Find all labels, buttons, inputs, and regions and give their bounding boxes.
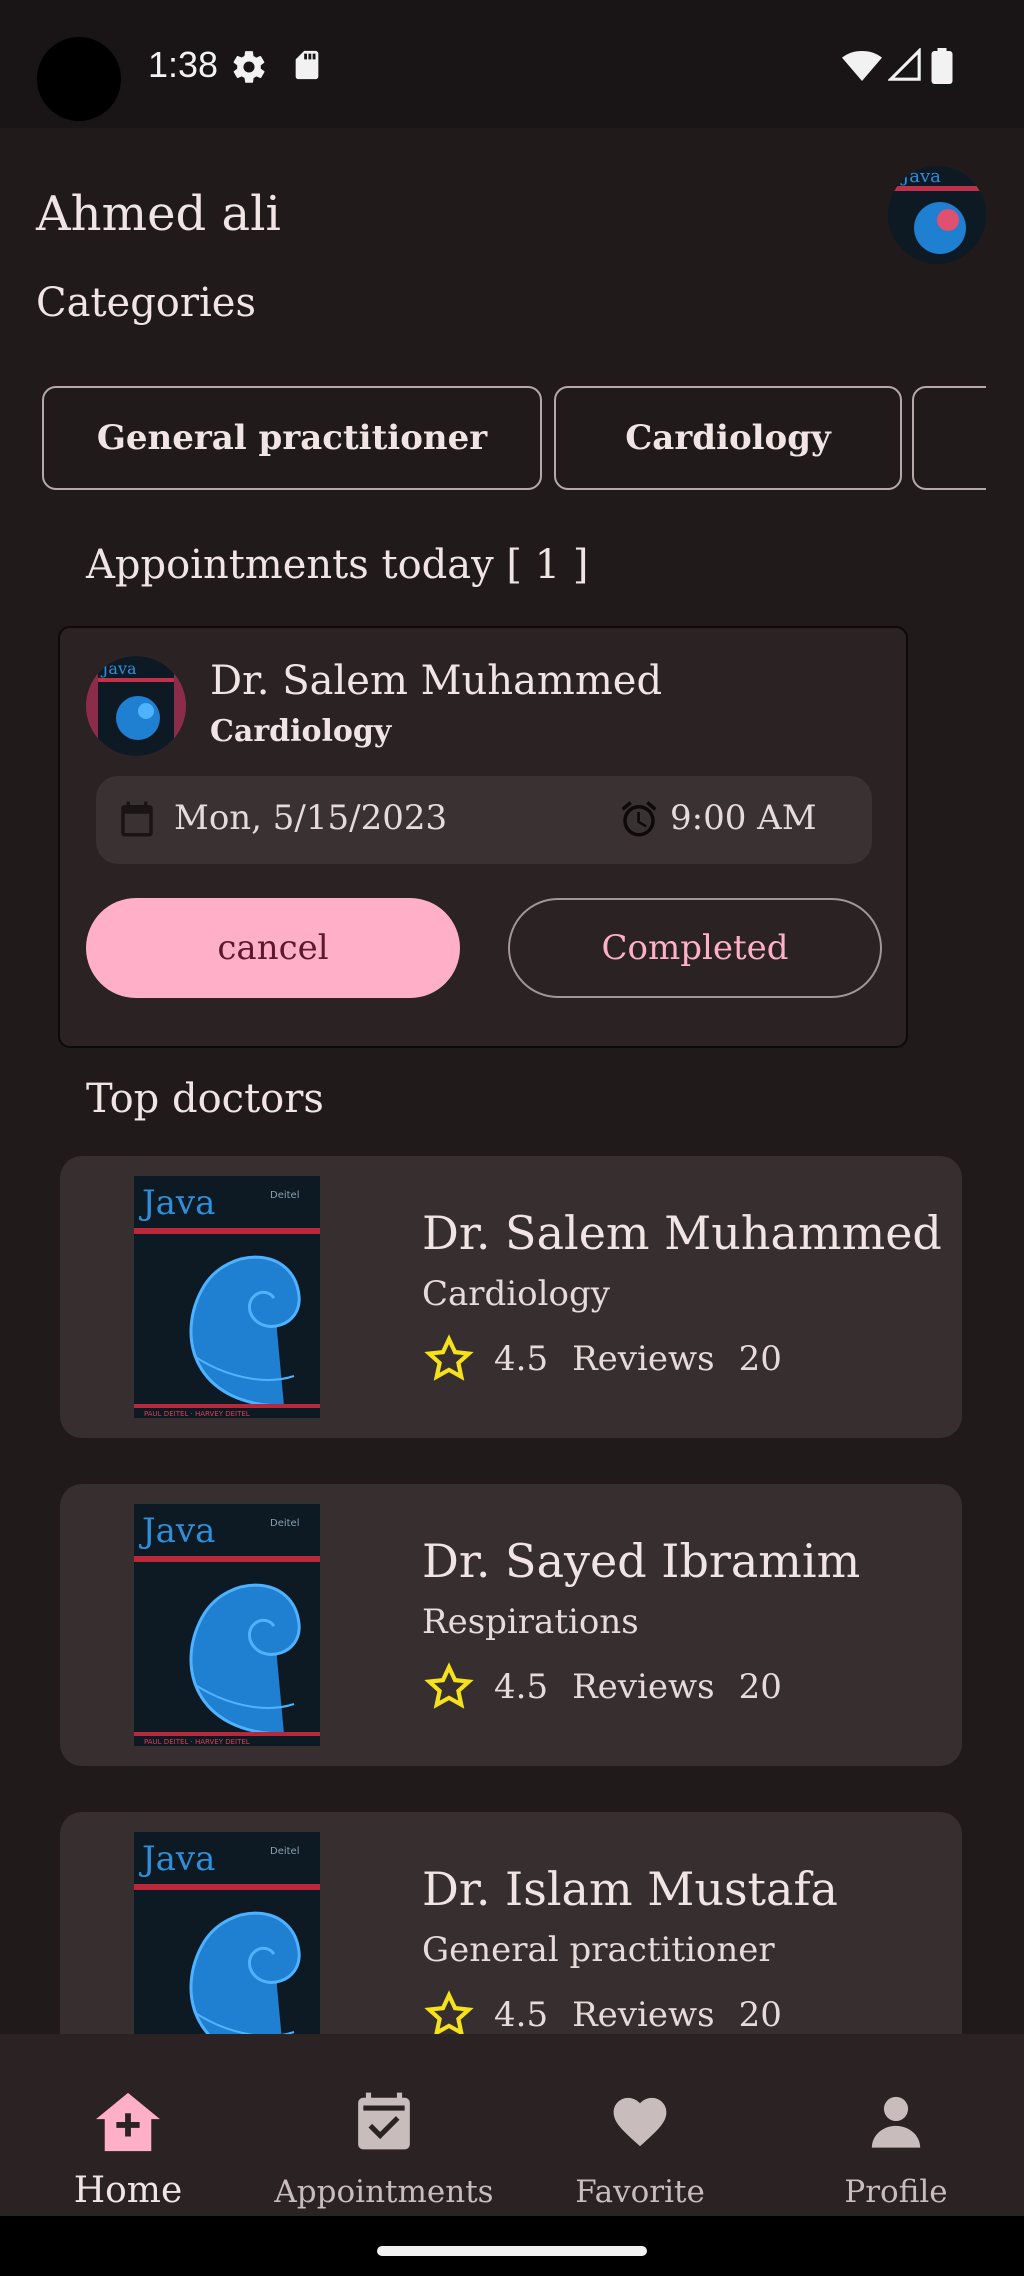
nav-profile-label: Profile <box>844 2174 948 2210</box>
doctor-photo <box>134 1504 320 1746</box>
top-doctors-title: Top doctors <box>86 1076 324 1122</box>
nav-home[interactable]: Home <box>0 2034 256 2216</box>
completed-button[interactable]: Completed <box>508 898 882 998</box>
category-chip-partial[interactable] <box>912 386 986 490</box>
rating-value: 4.5 <box>494 1667 549 1707</box>
appointment-doctor-name: Dr. Salem Muhammed <box>210 658 663 704</box>
category-chip-general-practitioner[interactable]: General practitioner <box>42 386 542 490</box>
wifi-icon <box>842 51 882 81</box>
appointment-card[interactable]: Java Dr. Salem Muhammed Cardiology Mon, … <box>58 626 908 1048</box>
top-doctors-list[interactable]: Dr. Salem Muhammed Cardiology 4.5 Review… <box>0 1150 1024 2034</box>
home-medical-icon <box>96 2092 160 2152</box>
categories-row[interactable]: General practitioner Cardiology <box>42 386 986 490</box>
doctor-rating: 4.5 Reviews 20 <box>424 1662 782 1712</box>
settings-icon <box>233 51 265 83</box>
doctor-photo <box>134 1832 320 2034</box>
doctor-photo <box>134 1176 320 1418</box>
user-name: Ahmed ali <box>36 186 281 242</box>
reviews-label: Reviews <box>572 1995 715 2034</box>
nav-favorite-label: Favorite <box>575 2174 705 2210</box>
doctor-card[interactable]: Dr. Islam Mustafa General practitioner 4… <box>60 1812 962 2034</box>
doctor-card[interactable]: Dr. Salem Muhammed Cardiology 4.5 Review… <box>60 1156 962 1438</box>
reviews-count: 20 <box>738 1339 782 1379</box>
status-time: 1:38 <box>148 44 219 85</box>
reviews-label: Reviews <box>572 1339 715 1379</box>
appointment-time: 9:00 AM <box>670 798 817 838</box>
home-gesture-handle[interactable] <box>377 2246 647 2256</box>
star-icon <box>424 1334 474 1381</box>
svg-text:Java: Java <box>100 659 137 678</box>
star-icon <box>424 1662 474 1709</box>
person-icon <box>871 2096 921 2148</box>
doctor-rating: 4.5 Reviews 20 <box>424 1990 782 2034</box>
cancel-button[interactable]: cancel <box>86 898 460 998</box>
doctor-specialty: Respirations <box>422 1602 639 1642</box>
appointment-datetime: Mon, 5/15/2023 9:00 AM <box>96 776 872 864</box>
signal-icon <box>888 48 921 81</box>
doctor-card[interactable]: Dr. Sayed Ibramim Respirations 4.5 Revie… <box>60 1484 962 1766</box>
appointment-date: Mon, 5/15/2023 <box>174 798 448 838</box>
reviews-count: 20 <box>738 1995 782 2034</box>
reviews-label: Reviews <box>572 1667 715 1707</box>
appointment-doctor-avatar: Java <box>86 656 186 756</box>
category-chip-cardiology[interactable]: Cardiology <box>554 386 902 490</box>
doctor-name: Dr. Salem Muhammed <box>422 1206 942 1260</box>
categories-title: Categories <box>36 280 256 326</box>
calendar-check-icon <box>358 2092 410 2150</box>
doctor-name: Dr. Sayed Ibramim <box>422 1534 861 1588</box>
nav-appointments[interactable]: Appointments <box>256 2034 512 2216</box>
bottom-navigation: Home Appointments Favorite Profile <box>0 2034 1024 2216</box>
gesture-bar <box>0 2216 1024 2276</box>
doctor-specialty: Cardiology <box>422 1274 610 1314</box>
nav-profile[interactable]: Profile <box>768 2034 1024 2216</box>
status-bar: 1:38 <box>0 0 1024 128</box>
profile-avatar[interactable]: Java <box>888 166 986 264</box>
camera-cutout <box>37 37 121 121</box>
doctor-specialty: General practitioner <box>422 1930 775 1970</box>
appointments-title: Appointments today [ 1 ] <box>86 542 589 588</box>
alarm-icon <box>621 801 657 837</box>
nav-appointments-label: Appointments <box>274 2174 494 2210</box>
nav-home-label: Home <box>73 2170 183 2211</box>
rating-value: 4.5 <box>494 1339 549 1379</box>
heart-icon <box>613 2097 667 2147</box>
doctor-name: Dr. Islam Mustafa <box>422 1862 838 1916</box>
rating-value: 4.5 <box>494 1995 549 2034</box>
calendar-icon <box>121 801 153 837</box>
star-icon <box>424 1990 474 2034</box>
nav-favorite[interactable]: Favorite <box>512 2034 768 2216</box>
sd-card-icon <box>295 50 319 80</box>
doctor-rating: 4.5 Reviews 20 <box>424 1334 782 1384</box>
reviews-count: 20 <box>738 1667 782 1707</box>
battery-icon <box>931 48 953 84</box>
appointment-doctor-specialty: Cardiology <box>210 714 392 749</box>
svg-text:Java: Java <box>900 166 941 187</box>
